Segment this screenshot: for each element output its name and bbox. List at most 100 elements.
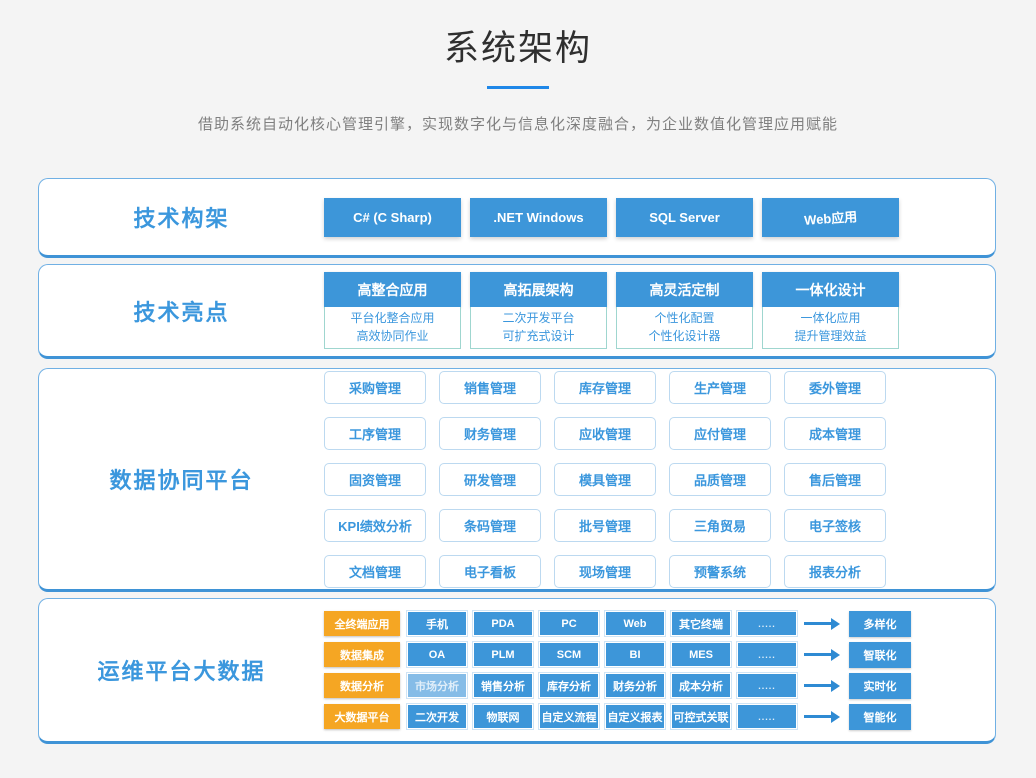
highlights-label: 技术亮点 [39,295,324,327]
highlight-card-body: 个性化配置 个性化设计器 [616,307,753,349]
ops-result-connected: 智联化 [849,642,911,668]
ops-item-more[interactable]: ..... [738,705,796,728]
module-button-quality[interactable]: 品质管理 [669,463,771,496]
ops-item-other-terminal[interactable]: 其它终端 [672,612,730,635]
highlight-card-unified: 一体化设计 一体化应用 提升管理效益 [762,272,899,349]
highlight-card-body: 一体化应用 提升管理效益 [762,307,899,349]
ops-row-analytics: 数据分析 市场分析 销售分析 库存分析 财务分析 成本分析 ..... 实时化 [324,673,911,699]
ops-item-controlled-link[interactable]: 可控式关联 [672,705,730,728]
ops-item-finance-analysis[interactable]: 财务分析 [606,674,664,697]
module-button-outsourcing[interactable]: 委外管理 [784,371,886,404]
module-button-receivables[interactable]: 应收管理 [554,417,656,450]
tech-button-dotnet-windows[interactable]: .NET Windows [470,198,607,237]
ops-tag-analytics: 数据分析 [324,673,400,698]
module-button-kpi[interactable]: KPI绩效分析 [324,509,426,542]
ops-item-custom-workflow[interactable]: 自定义流程 [540,705,598,728]
module-button-rnd[interactable]: 研发管理 [439,463,541,496]
highlight-card-extensibility: 高拓展架构 二次开发平台 可扩充式设计 [470,272,607,349]
module-button-payables[interactable]: 应付管理 [669,417,771,450]
highlight-card-header: 高整合应用 [324,272,461,307]
ops-tag-bigdata: 大数据平台 [324,704,400,729]
ops-row-terminals: 全终端应用 手机 PDA PC Web 其它终端 ..... 多样化 [324,611,911,637]
ops-result-diverse: 多样化 [849,611,911,637]
highlight-card-body: 平台化整合应用 高效协同作业 [324,307,461,349]
module-button-process[interactable]: 工序管理 [324,417,426,450]
module-button-mold[interactable]: 模具管理 [554,463,656,496]
module-button-sales[interactable]: 销售管理 [439,371,541,404]
module-button-inventory[interactable]: 库存管理 [554,371,656,404]
ops-item-scm[interactable]: SCM [540,643,598,666]
ops-item-iot[interactable]: 物联网 [474,705,532,728]
highlight-card-body: 二次开发平台 可扩充式设计 [470,307,607,349]
tech-button-web-app[interactable]: Web应用 [762,198,899,237]
highlight-line: 高效协同作业 [325,327,460,345]
section-ops-platform: 运维平台大数据 全终端应用 手机 PDA PC Web 其它终端 ..... 多… [38,598,996,744]
ops-item-inventory-analysis[interactable]: 库存分析 [540,674,598,697]
highlight-line: 可扩充式设计 [471,327,606,345]
ops-item-web[interactable]: Web [606,612,664,635]
ops-item-more[interactable]: ..... [738,674,796,697]
tech-stack-buttons: C# (C Sharp) .NET Windows SQL Server Web… [324,198,899,237]
module-button-triangle-trade[interactable]: 三角贸易 [669,509,771,542]
ops-item-oa[interactable]: OA [408,643,466,666]
module-button-esign[interactable]: 电子签核 [784,509,886,542]
ops-item-custom-report[interactable]: 自定义报表 [606,705,664,728]
module-button-after-sales[interactable]: 售后管理 [784,463,886,496]
module-button-cost[interactable]: 成本管理 [784,417,886,450]
tech-button-csharp-label: C# (C Sharp) [353,210,432,225]
ops-item-mes[interactable]: MES [672,643,730,666]
highlight-line: 一体化应用 [763,309,898,327]
highlight-card-flexibility: 高灵活定制 个性化配置 个性化设计器 [616,272,753,349]
module-button-shopfloor[interactable]: 现场管理 [554,555,656,588]
right-arrow-icon [804,618,841,630]
title-underline [487,86,549,89]
module-button-document[interactable]: 文档管理 [324,555,426,588]
tech-stack-label: 技术构架 [39,201,324,233]
right-arrow-icon [804,680,841,692]
ops-tag-terminals: 全终端应用 [324,611,400,636]
highlight-card-header: 高拓展架构 [470,272,607,307]
ops-platform-label: 运维平台大数据 [39,654,324,686]
ops-item-pc[interactable]: PC [540,612,598,635]
module-button-kanban[interactable]: 电子看板 [439,555,541,588]
highlight-card-header: 高灵活定制 [616,272,753,307]
ops-item-plm[interactable]: PLM [474,643,532,666]
ops-item-cost-analysis[interactable]: 成本分析 [672,674,730,697]
ops-item-bi[interactable]: BI [606,643,664,666]
ops-item-market-analysis[interactable]: 市场分析 [408,674,466,697]
module-button-barcode[interactable]: 条码管理 [439,509,541,542]
tech-button-dotnet-label: .NET Windows [493,210,583,225]
module-button-finance[interactable]: 财务管理 [439,417,541,450]
module-button-report[interactable]: 报表分析 [784,555,886,588]
highlight-line: 个性化设计器 [617,327,752,345]
tech-button-sql-server[interactable]: SQL Server [616,198,753,237]
ops-rows: 全终端应用 手机 PDA PC Web 其它终端 ..... 多样化 数据集成 … [324,611,911,730]
data-platform-grid: 采购管理 销售管理 库存管理 生产管理 委外管理 工序管理 财务管理 应收管理 … [324,371,886,588]
module-button-production[interactable]: 生产管理 [669,371,771,404]
highlight-line: 提升管理效益 [763,327,898,345]
right-arrow-icon [804,711,841,723]
ops-item-secondary-dev[interactable]: 二次开发 [408,705,466,728]
module-button-alert[interactable]: 预警系统 [669,555,771,588]
tech-button-csharp[interactable]: C# (C Sharp) [324,198,461,237]
highlight-cards: 高整合应用 平台化整合应用 高效协同作业 高拓展架构 二次开发平台 可扩充式设计… [324,272,899,349]
section-highlights: 技术亮点 高整合应用 平台化整合应用 高效协同作业 高拓展架构 二次开发平台 可… [38,264,996,359]
ops-row-bigdata: 大数据平台 二次开发 物联网 自定义流程 自定义报表 可控式关联 ..... 智… [324,704,911,730]
module-button-fixed-assets[interactable]: 固资管理 [324,463,426,496]
ops-item-more[interactable]: ..... [738,612,796,635]
highlight-card-header: 一体化设计 [762,272,899,307]
data-platform-label: 数据协同平台 [39,463,324,495]
highlight-card-integration: 高整合应用 平台化整合应用 高效协同作业 [324,272,461,349]
module-button-batch[interactable]: 批号管理 [554,509,656,542]
page-header: 系统架构 借助系统自动化核心管理引擎，实现数字化与信息化深度融合，为企业数值化管… [0,0,1036,134]
section-tech-stack: 技术构架 C# (C Sharp) .NET Windows SQL Serve… [38,178,996,258]
page-title: 系统架构 [0,20,1036,71]
module-button-purchase[interactable]: 采购管理 [324,371,426,404]
ops-item-mobile[interactable]: 手机 [408,612,466,635]
ops-item-sales-analysis[interactable]: 销售分析 [474,674,532,697]
ops-item-pda[interactable]: PDA [474,612,532,635]
right-arrow-icon [804,649,841,661]
highlight-line: 平台化整合应用 [325,309,460,327]
ops-item-more[interactable]: ..... [738,643,796,666]
ops-row-integration: 数据集成 OA PLM SCM BI MES ..... 智联化 [324,642,911,668]
